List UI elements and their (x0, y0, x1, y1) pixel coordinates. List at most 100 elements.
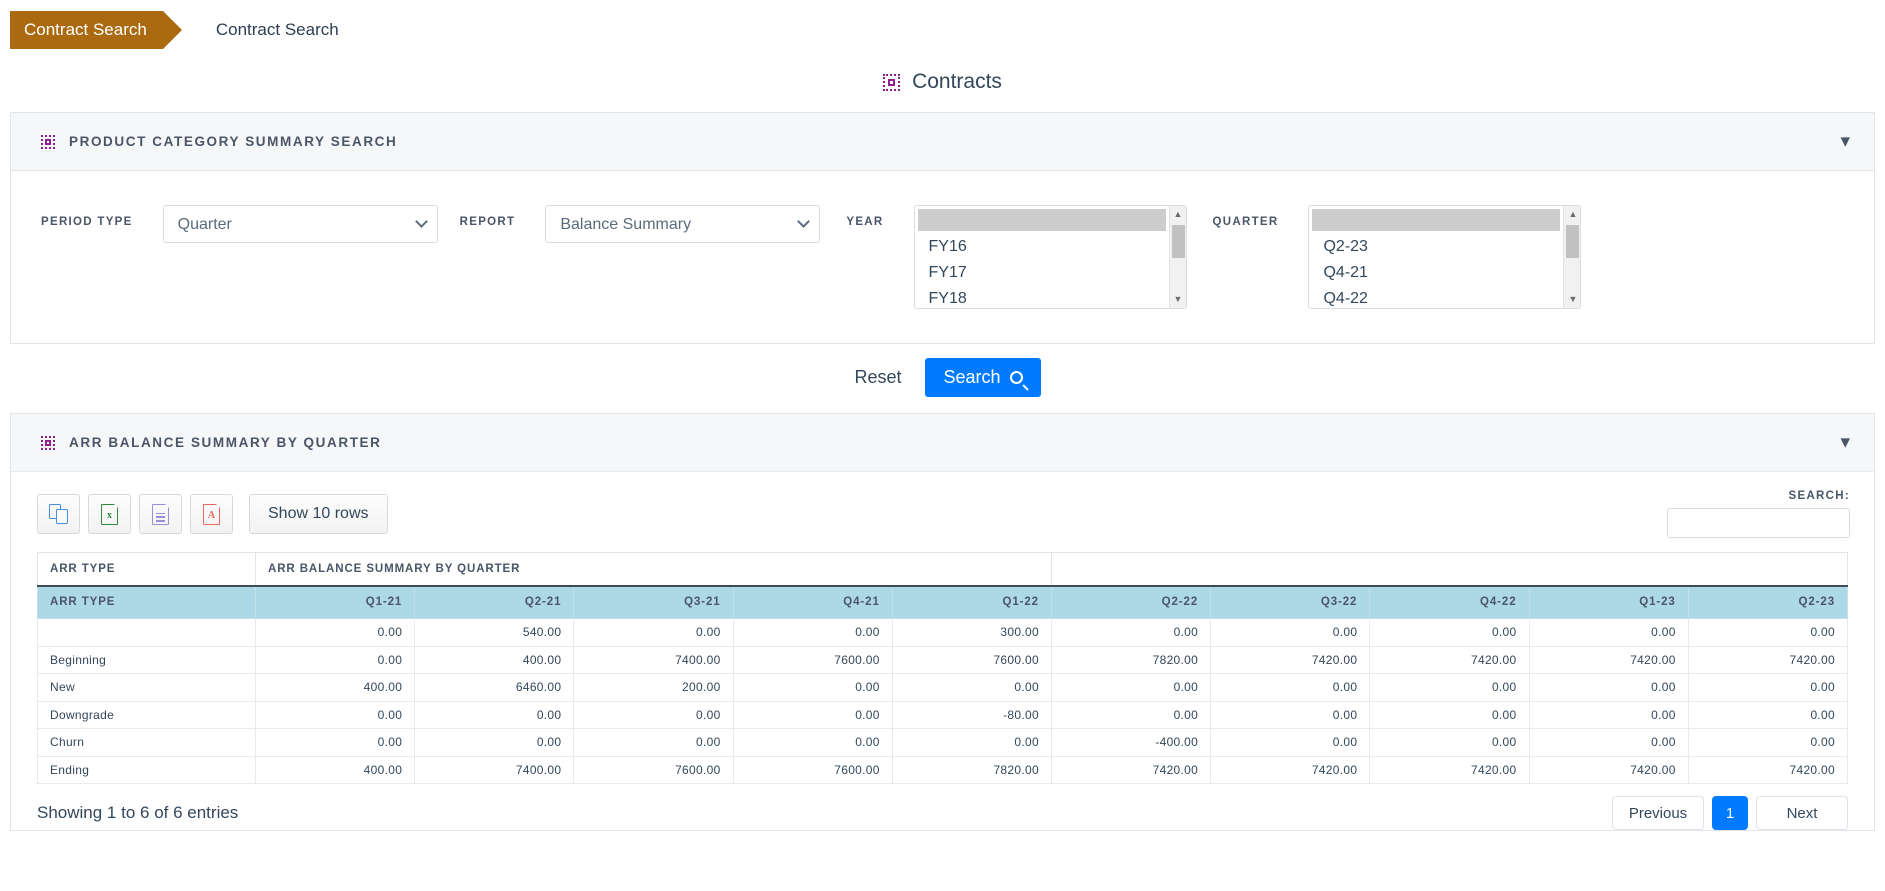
cell-value: 0.00 (891, 728, 1052, 757)
cell-value: 0.00 (1687, 673, 1849, 702)
table-row: Downgrade 0.00 0.00 0.00 0.00 -80.00 0.00 0.00 0… (37, 700, 1849, 729)
previous-page-button[interactable]: Previous (1612, 796, 1704, 830)
cell-value: 0.00 (254, 700, 416, 729)
cell-value: 0.00 (573, 618, 734, 647)
reset-button[interactable]: Reset (844, 359, 911, 396)
group-header-label: ARR BALANCE SUMMARY BY QUARTER (255, 552, 1052, 587)
row-label: Ending (37, 755, 256, 784)
quarter-listbox[interactable]: Q2-23 Q4-21 Q4-22 ▲ ▼ (1308, 205, 1582, 309)
cell-value: 300.00 (891, 618, 1052, 647)
quarter-option[interactable]: Q4-21 (1312, 260, 1560, 286)
scrollbar-thumb[interactable] (1566, 225, 1580, 258)
pdf-icon: A (203, 502, 221, 525)
column-header-q1-23[interactable]: Q1-23 (1528, 585, 1689, 619)
excel-export-button[interactable]: x (88, 494, 131, 534)
search-panel-title: PRODUCT CATEGORY SUMMARY SEARCH (69, 134, 398, 149)
scroll-up-icon[interactable]: ▲ (1170, 206, 1186, 223)
quarter-option[interactable]: Q2-23 (1312, 234, 1560, 260)
scroll-down-icon[interactable]: ▼ (1170, 291, 1186, 308)
quarter-option-selected[interactable] (1312, 209, 1561, 231)
results-panel-title: ARR BALANCE SUMMARY BY QUARTER (69, 435, 382, 450)
breadcrumb-tag-label: Contract Search (24, 20, 147, 39)
show-rows-button[interactable]: Show 10 rows (249, 494, 388, 534)
copy-button[interactable] (37, 494, 80, 534)
report-label: REPORT (459, 216, 516, 228)
column-header-arr-type[interactable]: ARR TYPE (37, 585, 256, 619)
row-label: New (37, 673, 256, 702)
column-header-q3-22[interactable]: Q3-22 (1210, 585, 1371, 619)
cell-value: 7420.00 (1528, 755, 1689, 784)
table-toolbar: x A Show 10 rows SEARCH: (11, 472, 1874, 552)
column-header-q3-21[interactable]: Q3-21 (573, 585, 734, 619)
year-option[interactable]: FY18 (918, 286, 1166, 308)
table-row: Beginning 0.00 400.00 7400.00 7600.00 7600.00… (37, 645, 1849, 674)
next-page-button[interactable]: Next (1756, 796, 1848, 830)
csv-document-icon (152, 502, 170, 525)
pdf-letter: A (207, 509, 216, 521)
page-1-button[interactable]: 1 (1712, 796, 1748, 830)
cell-value: 0.00 (1528, 728, 1689, 757)
excel-icon: x (101, 502, 119, 525)
scroll-down-icon[interactable]: ▼ (1564, 291, 1580, 308)
cell-value: 0.00 (1210, 700, 1371, 729)
column-header-q2-22[interactable]: Q2-22 (1050, 585, 1212, 619)
column-header-q2-23[interactable]: Q2-23 (1687, 585, 1849, 619)
period-type-label: PERIOD TYPE (41, 216, 133, 228)
breadcrumb: Contract Search Contract Search (0, 0, 1885, 60)
cell-value: 0.00 (1050, 618, 1212, 647)
cell-value: 7420.00 (1369, 755, 1530, 784)
row-label: Beginning (37, 645, 256, 674)
cell-value: 0.00 (1050, 700, 1212, 729)
cell-value: 0.00 (1369, 728, 1530, 757)
cell-value: 7420.00 (1687, 755, 1849, 784)
excel-letter: x (107, 509, 112, 521)
arr-balance-table: ARR TYPE ARR BALANCE SUMMARY BY QUARTER … (37, 552, 1849, 784)
row-label: Churn (37, 728, 256, 757)
table-column-header-row: ARR TYPE Q1-21 Q2-21 Q3-21 Q4-21 Q1-22 Q2-22 Q3… (37, 585, 1849, 619)
search-button-label: Search (943, 367, 1001, 387)
scrollbar-thumb[interactable] (1171, 225, 1185, 258)
year-listbox-scrollbar[interactable]: ▲ ▼ (1168, 206, 1186, 308)
table-row: Churn 0.00 0.00 0.00 0.00 0.00 -400.00 0.00 0.00… (37, 728, 1849, 757)
cell-value: 400.00 (254, 755, 416, 784)
chevron-down-icon[interactable]: ▾ (1840, 433, 1850, 452)
cell-value: 400.00 (254, 673, 416, 702)
group-header-row-label: ARR TYPE (37, 552, 256, 587)
pdf-export-button[interactable]: A (190, 494, 233, 534)
cell-value: 0.00 (1528, 618, 1689, 647)
csv-export-button[interactable] (139, 494, 182, 534)
search-form: PERIOD TYPE Quarter REPORT Balance Summa… (11, 171, 1874, 343)
year-option-selected[interactable] (917, 209, 1166, 231)
year-option[interactable]: FY17 (918, 260, 1166, 286)
search-panel-header: PRODUCT CATEGORY SUMMARY SEARCH ▾ (11, 113, 1874, 171)
entries-info: Showing 1 to 6 of 6 entries (37, 803, 239, 822)
field-year: YEAR FY16 FY17 FY18 ▲ ▼ (846, 205, 1187, 309)
cell-value: 0.00 (1210, 618, 1371, 647)
dashed-square-icon (41, 134, 55, 149)
scroll-up-icon[interactable]: ▲ (1564, 206, 1580, 223)
table-search-label: SEARCH: (1788, 490, 1850, 502)
cell-value: 7420.00 (1528, 645, 1689, 674)
chevron-down-icon[interactable]: ▾ (1840, 132, 1850, 151)
report-select[interactable]: Balance Summary (545, 205, 821, 243)
column-header-q4-22[interactable]: Q4-22 (1369, 585, 1530, 619)
year-option[interactable]: FY16 (918, 234, 1166, 260)
column-header-q1-22[interactable]: Q1-22 (891, 585, 1052, 619)
year-listbox[interactable]: FY16 FY17 FY18 ▲ ▼ (913, 205, 1187, 309)
cell-value: 7420.00 (1210, 755, 1371, 784)
search-button[interactable]: Search (925, 358, 1041, 397)
cell-value: 0.00 (732, 700, 893, 729)
table-search-input[interactable] (1667, 508, 1850, 538)
page-title-label: Contracts (912, 70, 1002, 93)
cell-value: 0.00 (1050, 673, 1212, 702)
column-header-q4-21[interactable]: Q4-21 (732, 585, 893, 619)
breadcrumb-tag[interactable]: Contract Search (10, 11, 182, 49)
column-header-q2-21[interactable]: Q2-21 (414, 585, 575, 619)
table-footer: Showing 1 to 6 of 6 entries Previous 1 N… (11, 784, 1874, 830)
quarter-option[interactable]: Q4-22 (1312, 286, 1560, 308)
quarter-listbox-scrollbar[interactable]: ▲ ▼ (1563, 206, 1581, 308)
cell-value: 7400.00 (573, 645, 734, 674)
period-type-select[interactable]: Quarter (162, 205, 438, 243)
arr-balance-summary-panel: ARR BALANCE SUMMARY BY QUARTER ▾ x A Sho… (10, 413, 1875, 831)
column-header-q1-21[interactable]: Q1-21 (254, 585, 416, 619)
